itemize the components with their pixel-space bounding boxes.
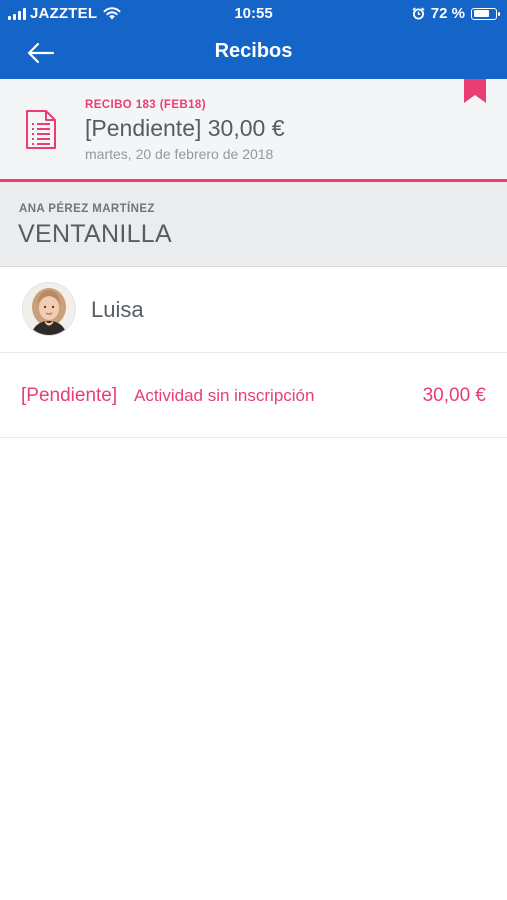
client-section: ANA PÉREZ MARTÍNEZ VENTANILLA: [0, 182, 507, 267]
app-header: JAZZTEL 10:55 72 % Recibos: [0, 0, 507, 79]
receipt-header: RECIBO 183 (FEB18) [Pendiente] 30,00 € m…: [0, 79, 507, 182]
line-status: [Pendiente]: [21, 385, 118, 406]
avatar: [23, 283, 75, 335]
nav-bar: Recibos: [0, 28, 507, 79]
battery-percent: 72 %: [430, 5, 465, 22]
avatar-photo: [23, 283, 75, 335]
receipt-number: RECIBO 183 (FEB18): [85, 99, 206, 111]
receipt-date: martes, 20 de febrero de 2018: [85, 146, 274, 162]
battery-icon: [471, 7, 500, 20]
student-row[interactable]: Luisa: [0, 267, 507, 353]
line-amount: 30,00 €: [422, 385, 486, 406]
student-name: Luisa: [91, 297, 144, 322]
status-bar: JAZZTEL 10:55 72 %: [0, 0, 507, 28]
alarm-icon: [412, 7, 425, 20]
page-title: Recibos: [214, 40, 293, 62]
line-description: Actividad sin inscripción: [134, 386, 315, 405]
bookmark-icon: [464, 79, 486, 103]
payment-type: VENTANILLA: [18, 220, 172, 248]
receipt-title: [Pendiente] 30,00 €: [85, 115, 285, 141]
status-right: 72 %: [412, 5, 500, 22]
document-icon: [26, 110, 56, 149]
battery-fill: [473, 10, 489, 17]
client-name: ANA PÉREZ MARTÍNEZ: [19, 203, 155, 215]
receipt-line-item[interactable]: [Pendiente] Actividad sin inscripción 30…: [0, 353, 507, 438]
